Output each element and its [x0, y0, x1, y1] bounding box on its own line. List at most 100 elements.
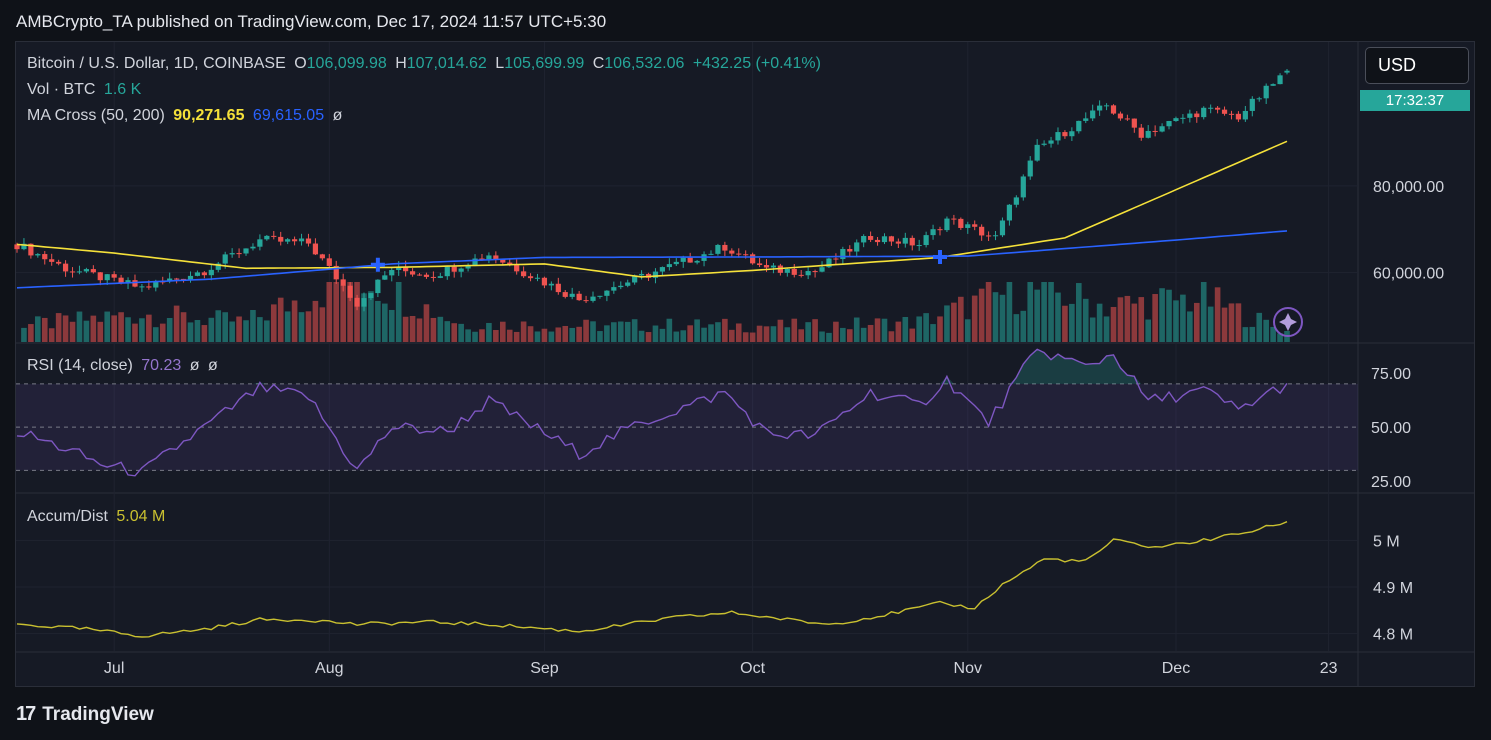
volume-bar — [409, 315, 416, 342]
volume-bar — [479, 329, 485, 342]
volume-bar — [291, 300, 298, 342]
volume-bar — [382, 303, 388, 342]
candle-body — [1131, 118, 1137, 128]
volume-value: 1.6 K — [103, 81, 142, 98]
candle-body — [1097, 105, 1103, 111]
candle-body — [583, 300, 589, 302]
volume-bar — [597, 331, 603, 342]
candle-body — [291, 239, 298, 242]
volume-bar — [999, 294, 1006, 342]
volume-bar — [444, 321, 451, 342]
volume-bar — [784, 327, 791, 342]
volume-bar — [139, 318, 145, 342]
volume-bar — [1124, 295, 1131, 342]
candle-body — [895, 241, 901, 244]
candle-body — [770, 265, 777, 268]
volume-bar — [722, 318, 728, 342]
candle-body — [1194, 113, 1200, 118]
candle-body — [666, 264, 672, 268]
volume-bar — [548, 331, 555, 342]
volume-bar — [1020, 310, 1027, 342]
price-legend: Bitcoin / U.S. Dollar, 1D, COINBASE O106… — [27, 55, 825, 73]
low-value: 105,699.99 — [504, 55, 585, 72]
candle-body — [1180, 117, 1186, 119]
candle-body — [1124, 118, 1130, 120]
volume-bar — [1069, 303, 1075, 342]
volume-bar — [1131, 303, 1138, 342]
close-value: 106,532.06 — [604, 55, 685, 72]
candle-body — [923, 235, 929, 246]
volume-bar — [451, 323, 458, 342]
volume-bar — [1228, 303, 1235, 342]
volume-bar — [229, 321, 235, 342]
volume-bar — [69, 321, 76, 342]
volume-bar — [694, 319, 700, 342]
volume-bar — [146, 314, 152, 342]
volume-bar — [1048, 282, 1054, 342]
time-tick-label: Aug — [315, 660, 343, 677]
volume-bar — [985, 282, 992, 342]
candle-body — [312, 243, 319, 255]
candle-body — [798, 274, 804, 276]
candle-body — [62, 263, 69, 272]
candle-body — [937, 229, 943, 231]
candle-body — [458, 268, 464, 272]
candle-body — [354, 297, 360, 307]
volume-bar — [1138, 297, 1145, 342]
volume-bar — [902, 317, 909, 342]
rsi-label[interactable]: RSI (14, close) — [27, 357, 133, 374]
volume-bar — [1180, 294, 1186, 342]
candle-body — [756, 263, 763, 266]
rsi-extra-1: ø — [189, 357, 200, 374]
volume-bar — [395, 282, 402, 342]
rsi-legend: RSI (14, close) 70.23 ø ø — [27, 357, 222, 375]
candle-body — [1228, 113, 1235, 115]
volume-bar — [215, 310, 222, 342]
candle-body — [1145, 130, 1151, 138]
ma-label[interactable]: MA Cross (50, 200) — [27, 107, 165, 124]
candle-body — [715, 244, 721, 254]
candle-body — [916, 245, 922, 247]
candle-body — [625, 282, 631, 286]
volume-bar — [562, 325, 569, 342]
volume-bar — [805, 322, 811, 342]
volume-label[interactable]: Vol · BTC — [27, 81, 95, 98]
candle-body — [868, 236, 874, 240]
ad-label[interactable]: Accum/Dist — [27, 508, 108, 525]
symbol-label[interactable]: Bitcoin / U.S. Dollar, 1D, COINBASE — [27, 55, 286, 72]
volume-bar — [1173, 300, 1179, 342]
footer-brand[interactable]: 17 TradingView — [16, 703, 154, 726]
ma200-value: 69,615.05 — [252, 107, 325, 124]
candle-body — [132, 280, 138, 287]
price-tick-label: 60,000.00 — [1373, 266, 1444, 283]
volume-bar — [853, 317, 860, 342]
volume-bar — [971, 295, 978, 342]
volume-bar — [312, 300, 319, 342]
volume-bar — [527, 326, 534, 342]
volume-bar — [416, 318, 423, 342]
currency-button[interactable]: USD — [1365, 47, 1469, 84]
volume-bar — [208, 317, 215, 342]
ad-tick-label: 4.9 M — [1373, 580, 1413, 597]
candle-body — [1201, 107, 1207, 118]
candle-body — [972, 224, 978, 227]
candle-body — [76, 271, 83, 273]
candle-body — [861, 236, 867, 243]
candle-body — [208, 269, 214, 276]
candle-body — [604, 290, 610, 296]
ma-cross-marker — [370, 257, 385, 272]
rsi-tick-label: 50.00 — [1371, 420, 1411, 437]
candle-body — [1110, 105, 1117, 114]
volume-bar — [201, 325, 208, 342]
candle-body — [285, 239, 291, 242]
time-tick-label: 23 — [1320, 660, 1338, 677]
volume-bar — [978, 288, 985, 342]
candle-body — [375, 279, 381, 294]
volume-bar — [76, 311, 83, 342]
candle-body — [555, 283, 561, 293]
volume-legend: Vol · BTC 1.6 K — [27, 81, 145, 99]
volume-bar — [1006, 282, 1013, 342]
volume-bar — [819, 331, 825, 342]
candle-body — [687, 257, 693, 263]
volume-bar — [62, 315, 69, 342]
